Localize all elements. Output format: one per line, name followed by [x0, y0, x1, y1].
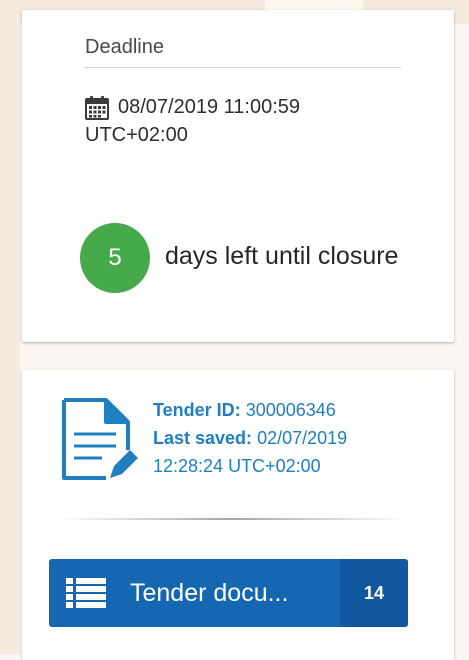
tender-divider — [58, 518, 408, 520]
tender-id-line: Tender ID: 300006346 — [153, 396, 347, 424]
background-left-stripe — [0, 0, 20, 654]
deadline-date: 08/07/2019 11:00:59 — [118, 96, 301, 118]
tender-id-label: Tender ID: — [153, 400, 241, 420]
tender-documents-button[interactable]: Tender docu... 14 — [49, 559, 408, 627]
last-saved-date: 02/07/2019 — [257, 428, 348, 448]
document-edit-icon — [62, 398, 138, 480]
tender-id-value: 300006346 — [245, 400, 336, 420]
deadline-label: Deadline — [85, 36, 164, 58]
deadline-divider — [85, 67, 401, 68]
days-left-badge: 5 — [80, 223, 150, 293]
calendar-icon — [85, 96, 109, 120]
tender-documents-count: 14 — [340, 559, 408, 627]
tender-card: Tender ID: 300006346 Last saved: 02/07/2… — [22, 370, 454, 660]
last-saved-label: Last saved: — [153, 428, 253, 448]
deadline-card: Deadline 08/07/2019 11:00:59 UTC+02:00 5… — [22, 10, 454, 342]
tender-documents-label: Tender docu... — [130, 578, 289, 607]
tender-info: Tender ID: 300006346 Last saved: 02/07/2… — [153, 396, 347, 480]
deadline-timezone: UTC+02:00 — [85, 124, 188, 146]
last-saved-line: Last saved: 02/07/2019 — [153, 424, 347, 452]
days-left-text: days left until closure — [165, 242, 399, 270]
days-left-count: 5 — [108, 244, 122, 271]
list-icon — [66, 578, 106, 608]
last-saved-time: 12:28:24 UTC+02:00 — [153, 456, 321, 476]
